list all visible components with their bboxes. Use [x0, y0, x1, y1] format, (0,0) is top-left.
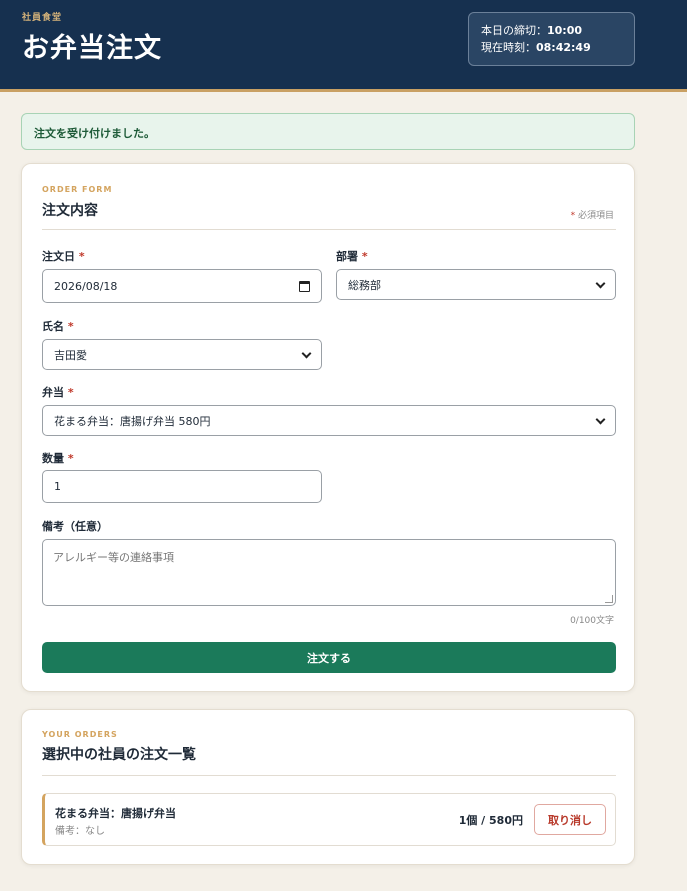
current-time-label: 現在時刻：	[481, 41, 536, 54]
order-item-qty-price: 1個 / 580円	[458, 814, 523, 827]
chevron-down-icon	[301, 348, 312, 358]
resize-handle[interactable]	[605, 595, 613, 603]
employee-name-value: 吉田愛	[54, 348, 87, 362]
order-item-name: 花まる弁当：唐揚げ弁当	[55, 807, 176, 820]
order-list-item: 花まる弁当：唐揚げ弁当 備考：なし 1個 / 580円 取り消し	[42, 793, 616, 846]
brand-kicker: 社員食堂	[22, 13, 63, 23]
deadline-line: 本日の締切：10:00	[481, 22, 622, 39]
current-time-value: 08:42:49	[536, 41, 591, 54]
divider	[42, 229, 616, 230]
deadline-value: 10:00	[547, 24, 583, 37]
submit-order-button[interactable]: 注文する	[42, 642, 616, 673]
deadline-clock-box: 本日の締切：10:00 現在時刻：08:42:49	[468, 12, 635, 66]
bento-label: 弁当 *	[42, 386, 74, 399]
chevron-down-icon	[595, 278, 606, 288]
current-time-line: 現在時刻：08:42:49	[481, 39, 622, 56]
orders-card: YOUR ORDERS 選択中の社員の注文一覧 花まる弁当：唐揚げ弁当 備考：な…	[21, 709, 635, 865]
required-mark: *	[570, 211, 576, 221]
divider	[42, 775, 616, 776]
quantity-value: 1	[54, 480, 61, 493]
order-item-note: 備考：なし	[55, 826, 105, 837]
quantity-input[interactable]: 1	[42, 470, 322, 503]
chevron-down-icon	[595, 414, 606, 424]
orders-kicker: YOUR ORDERS	[42, 730, 118, 739]
remarks-placeholder: アレルギー等の連絡事項	[53, 551, 174, 564]
orders-title: 選択中の社員の注文一覧	[42, 747, 196, 763]
order-form-card: ORDER FORM 注文内容 * 必須項目 注文日 * 2026/08/18 …	[21, 163, 635, 692]
required-note-text: 必須項目	[577, 211, 614, 221]
employee-name-select[interactable]: 吉田愛	[42, 339, 322, 370]
department-value: 総務部	[348, 278, 381, 292]
success-alert: 注文を受け付けました。	[21, 113, 635, 150]
department-label: 部署 *	[336, 250, 368, 263]
bento-select[interactable]: 花まる弁当：唐揚げ弁当 580円	[42, 405, 616, 436]
remarks-label: 備考（任意）	[42, 520, 108, 533]
calendar-icon[interactable]	[299, 280, 310, 292]
quantity-label: 数量 *	[42, 452, 74, 465]
order-date-value: 2026/08/18	[54, 279, 118, 293]
remarks-char-counter: 0/100文字	[570, 616, 614, 626]
form-title: 注文内容	[42, 203, 98, 219]
cancel-order-button[interactable]: 取り消し	[534, 804, 606, 835]
name-label: 氏名 *	[42, 320, 74, 333]
department-select[interactable]: 総務部	[336, 269, 616, 300]
order-date-input[interactable]: 2026/08/18	[42, 269, 322, 303]
date-label: 注文日 *	[42, 250, 85, 263]
deadline-label: 本日の締切：	[481, 24, 547, 37]
page-title: お弁当注文	[22, 33, 162, 64]
bento-value: 花まる弁当：唐揚げ弁当 580円	[54, 414, 211, 428]
required-note: * 必須項目	[571, 208, 614, 221]
app-header: 社員食堂 お弁当注文 本日の締切：10:00 現在時刻：08:42:49	[0, 0, 687, 92]
form-kicker: ORDER FORM	[42, 185, 113, 194]
remarks-textarea[interactable]: アレルギー等の連絡事項	[42, 539, 616, 606]
